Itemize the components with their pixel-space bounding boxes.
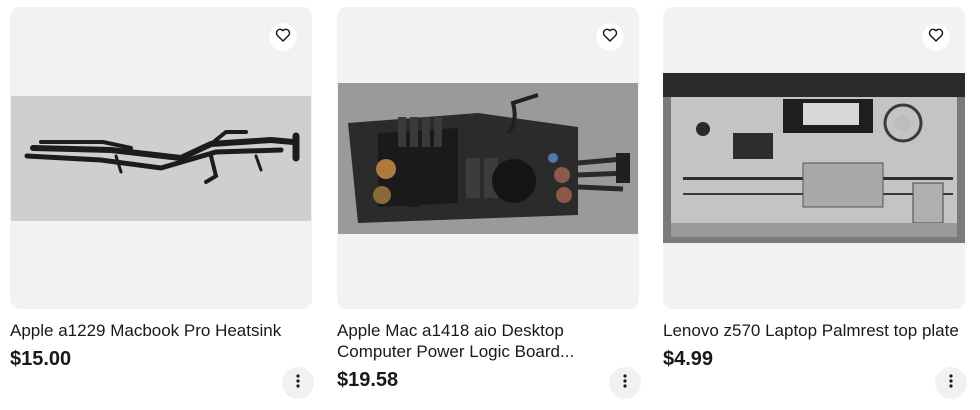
more-vert-icon <box>943 373 959 394</box>
heart-icon <box>928 27 944 48</box>
more-options-button[interactable] <box>282 367 314 399</box>
heart-icon <box>275 27 291 48</box>
more-options-button[interactable] <box>935 367 967 399</box>
watch-button[interactable] <box>269 23 297 51</box>
listing-image-container[interactable] <box>10 7 312 309</box>
heart-icon <box>602 27 618 48</box>
watch-button[interactable] <box>596 23 624 51</box>
listing-title[interactable]: Apple Mac a1418 aio Desktop Computer Pow… <box>337 320 637 362</box>
listing-card[interactable]: Apple a1229 Macbook Pro Heatsink $15.00 <box>10 7 314 407</box>
listing-card[interactable]: Apple Mac a1418 aio Desktop Computer Pow… <box>337 7 641 407</box>
power-board-photo[interactable] <box>337 83 639 234</box>
listing-image-container[interactable] <box>663 7 965 309</box>
listing-title[interactable]: Lenovo z570 Laptop Palmrest top plate <box>663 320 963 341</box>
listing-title[interactable]: Apple a1229 Macbook Pro Heatsink <box>10 320 310 341</box>
more-vert-icon <box>290 373 306 394</box>
watch-button[interactable] <box>922 23 950 51</box>
listing-image-container[interactable] <box>337 7 639 309</box>
listing-price: $4.99 <box>663 348 714 370</box>
heatsink-photo[interactable] <box>10 96 312 221</box>
listing-price: $19.58 <box>337 369 399 391</box>
more-vert-icon <box>617 373 633 394</box>
listing-card[interactable]: Lenovo z570 Laptop Palmrest top plate $4… <box>663 7 967 407</box>
more-options-button[interactable] <box>609 367 641 399</box>
palmrest-photo[interactable] <box>663 73 965 243</box>
listing-price: $15.00 <box>10 348 72 370</box>
